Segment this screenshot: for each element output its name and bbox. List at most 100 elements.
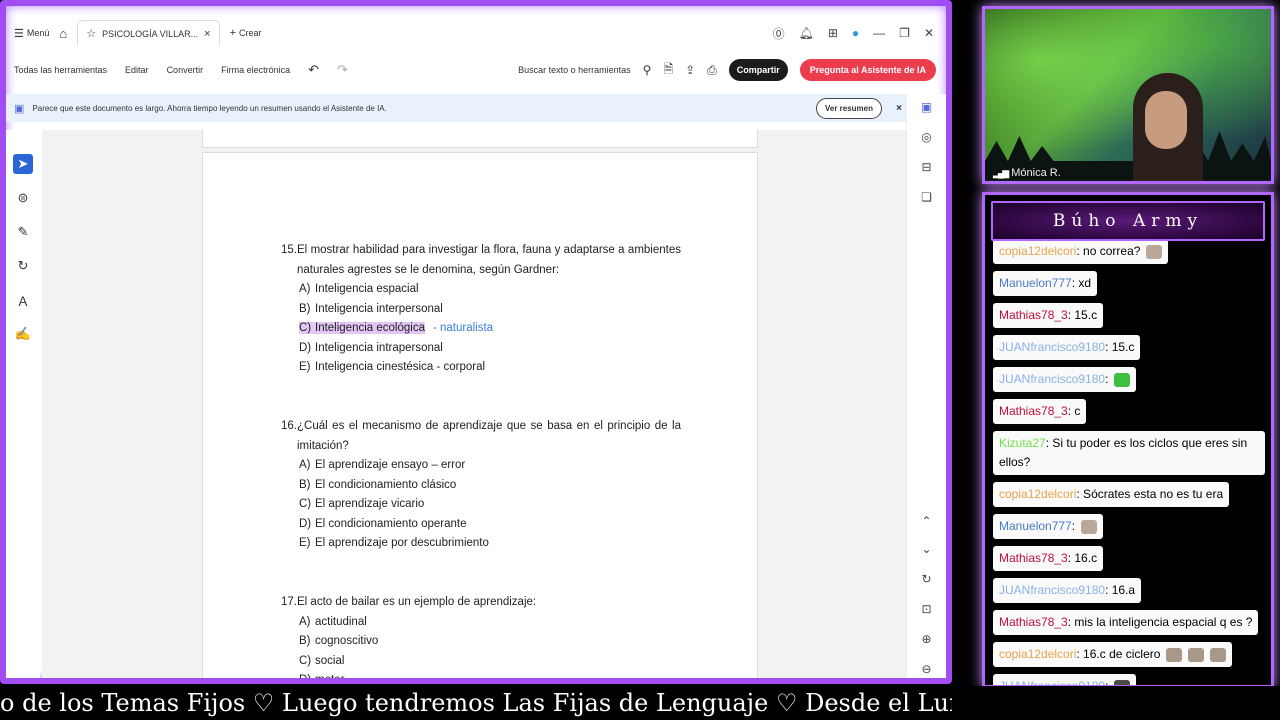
restore-icon[interactable]: ❐ [899, 26, 910, 40]
comments-panel-icon[interactable]: ◎ [921, 130, 931, 144]
chat-row: JUANfrancisco9180: [993, 367, 1271, 399]
chat-row: copia12delcori: Sócrates esta no es tu e… [993, 482, 1271, 514]
chat-text: : [1105, 372, 1109, 386]
option-text: El aprendizaje ensayo – error [315, 459, 466, 471]
question-stem: 16.¿Cuál es el mecanismo de aprendizaje … [281, 417, 681, 456]
profile-icon[interactable]: ● [852, 26, 859, 40]
chat-username[interactable]: Mathias78_3 [999, 551, 1068, 565]
fit-page-icon[interactable]: ⊡ [921, 602, 931, 616]
pen-icon[interactable]: ✎ [13, 222, 33, 242]
zoom-out-icon[interactable]: ⊖ [921, 662, 931, 676]
bell-icon[interactable]: 🔔︎ [799, 26, 814, 40]
option-text: Inteligencia intrapersonal [315, 341, 443, 354]
answer-option: E) Inteligencia cinestésica - corporal [281, 358, 681, 378]
page-up-icon[interactable]: ⌃ [921, 514, 931, 528]
chat-text: : [1071, 519, 1076, 533]
option-letter: B) [299, 302, 311, 315]
answer-text-wrap: A) Inteligencia espacial [299, 283, 419, 295]
cat-emote-icon [1146, 244, 1163, 259]
answer-option: D) motor [281, 671, 681, 684]
chat-text: : mis la inteligencia espacial q es ? [1067, 615, 1253, 629]
close-window-icon[interactable]: ✕ [924, 26, 934, 40]
answer-option: D) Inteligencia intrapersonal [281, 339, 681, 359]
option-letter: D) [299, 517, 312, 530]
upload-icon[interactable]: ⇪ [685, 63, 695, 77]
home-icon[interactable]: ⌂ [59, 26, 67, 41]
convert-menu[interactable]: Convertir [167, 65, 204, 75]
undo-icon[interactable]: ↶ [308, 62, 319, 78]
chat-username[interactable]: Manuelon777 [999, 276, 1072, 290]
chat-username[interactable]: Mathias78_3 [999, 615, 1068, 629]
close-notice-icon[interactable]: × [896, 103, 902, 114]
chat-username[interactable]: copia12delcori [999, 244, 1076, 258]
chat-row: Mathias78_3: mis la inteligencia espacia… [993, 610, 1271, 642]
menu-button[interactable]: ☰ Menú [14, 27, 49, 40]
answer-option: C) Inteligencia ecológica - naturalista [281, 319, 681, 339]
bookmarks-icon[interactable]: ⊟ [921, 160, 931, 174]
chat-row: Mathias78_3: c [993, 399, 1271, 431]
share-button[interactable]: Compartir [728, 59, 788, 81]
esign-menu[interactable]: Firma electrónica [221, 65, 290, 75]
new-tab-button[interactable]: + Crear [230, 27, 262, 39]
answer-text-wrap: E) Inteligencia cinestésica - corporal [299, 361, 485, 373]
all-tools-menu[interactable]: Todas las herramientas [14, 65, 107, 75]
zoom-in-icon[interactable]: ⊕ [921, 632, 931, 646]
help-icon[interactable]: ⓪ [773, 25, 785, 42]
chat-username[interactable]: copia12delcori [999, 647, 1076, 661]
chat-text: : c [1067, 404, 1081, 418]
edit-menu[interactable]: Editar [125, 65, 149, 75]
chat-username[interactable]: Manuelon777 [999, 519, 1072, 533]
save-icon[interactable]: 🗎︎ [663, 60, 673, 81]
close-tab-icon[interactable]: × [204, 28, 210, 40]
answer-text-wrap: C) social [299, 655, 344, 667]
minimize-icon[interactable]: — [873, 26, 885, 40]
cat-emote-icon [1188, 647, 1205, 662]
tab-document[interactable]: ☆ PSICOLOGÍA VILLAR... × [77, 20, 220, 46]
chat-username[interactable]: Kizuta27 [999, 436, 1046, 450]
cat-emote-icon [1166, 647, 1183, 662]
option-text: motor [315, 674, 345, 684]
search-icon[interactable]: ⚲ [643, 63, 652, 77]
search-tools-input[interactable]: Buscar texto o herramientas [518, 65, 631, 75]
rotate-icon[interactable]: ↻ [921, 572, 931, 586]
print-icon[interactable]: ⎙ [707, 63, 717, 78]
signature-icon[interactable]: ✍ [13, 324, 33, 344]
question-number: 16. [281, 420, 297, 432]
question-text: El mostrar habilidad para investigar la … [297, 244, 681, 276]
page-down-icon[interactable]: ⌄ [921, 542, 931, 556]
ai-panel-icon[interactable]: ▣ [921, 100, 932, 114]
chat-message: Mathias78_3: mis la inteligencia espacia… [993, 610, 1259, 635]
cat-emote-icon [1081, 519, 1098, 534]
redo-icon[interactable]: ↷ [337, 62, 348, 78]
chat-message: JUANfrancisco9180: [993, 367, 1137, 392]
option-letter: D) [299, 674, 312, 684]
chat-username[interactable]: JUANfrancisco9180 [999, 583, 1105, 597]
chat-username[interactable]: Mathias78_3 [999, 404, 1068, 418]
question-text: El acto de bailar es un ejemplo de apren… [297, 596, 537, 608]
previous-page [202, 130, 758, 148]
star-icon: ☆ [86, 28, 97, 40]
lasso-icon[interactable]: ↻ [13, 256, 33, 276]
question-1: 15.El mostrar habilidad para investigar … [281, 241, 681, 378]
option-text: cognoscitivo [315, 635, 379, 647]
ai-assistant-button[interactable]: Pregunta al Asistente de IA [799, 59, 936, 81]
apps-grid-icon[interactable]: ⊞ [828, 26, 838, 40]
document-viewer[interactable]: 15.El mostrar habilidad para investigar … [42, 130, 912, 684]
chat-row: JUANfrancisco9180: 15.c [993, 335, 1271, 367]
hamburger-icon: ☰ [14, 27, 24, 40]
chat-username[interactable]: JUANfrancisco9180 [999, 340, 1105, 354]
option-letter: C) [299, 322, 312, 334]
option-letter: A) [299, 459, 311, 471]
question-number: 15. [281, 244, 297, 256]
view-summary-button[interactable]: Ver resumen [815, 97, 882, 119]
chat-username[interactable]: Mathias78_3 [999, 308, 1068, 322]
text-box-icon[interactable]: Ａ [13, 290, 33, 310]
webcam-feed: ▂▄▆ Mónica R. [982, 6, 1274, 184]
answer-text-wrap: A) El aprendizaje ensayo – error [299, 459, 465, 471]
select-cursor-icon[interactable]: ➤ [13, 154, 33, 174]
question-number: 17. [281, 596, 297, 608]
pages-icon[interactable]: ❏ [921, 190, 932, 204]
chat-username[interactable]: JUANfrancisco9180 [999, 372, 1105, 386]
chat-username[interactable]: copia12delcori [999, 487, 1076, 501]
comment-icon[interactable]: ⊜ [13, 188, 33, 208]
